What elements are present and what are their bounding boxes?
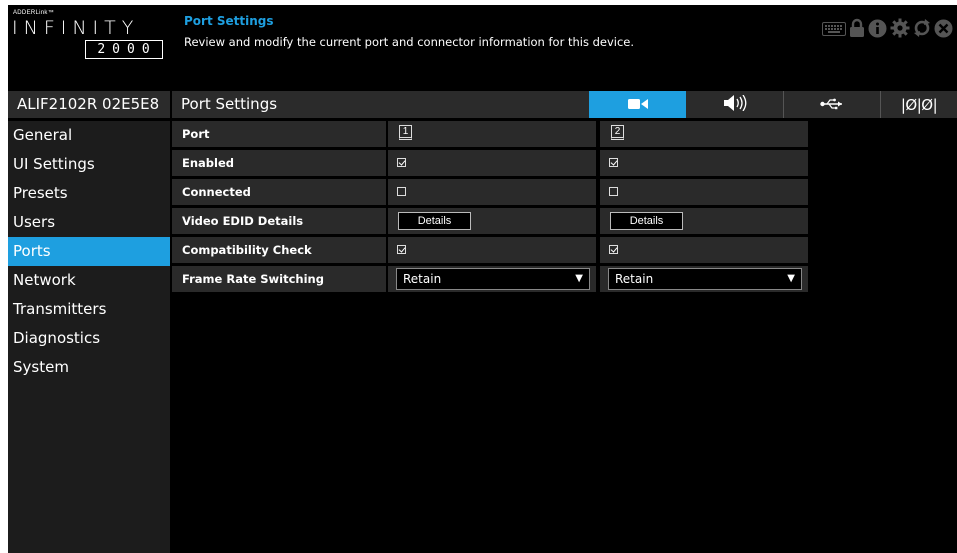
connected-port-1-checkbox xyxy=(397,187,406,196)
chevron-down-icon: ▼ xyxy=(787,273,795,284)
sidebar-item-general[interactable]: General xyxy=(8,121,170,150)
row-label: Connected xyxy=(172,179,386,205)
edid-port-2-cell: Details xyxy=(600,208,808,234)
logo-model-number: 2000 xyxy=(85,40,163,59)
chevron-down-icon: ▼ xyxy=(575,273,583,284)
port-1-icon: 1 xyxy=(399,125,412,140)
sidebar-item-transmitters[interactable]: Transmitters xyxy=(8,295,170,324)
sidebar-nav: General UI Settings Presets Users Ports … xyxy=(8,121,170,553)
row-label: Port xyxy=(172,121,386,147)
connected-port-2-cell xyxy=(600,179,808,205)
frame-rate-select-port-1[interactable]: Retain ▼ xyxy=(396,268,590,290)
usb-icon xyxy=(820,95,844,114)
compat-port-2-checkbox[interactable] xyxy=(609,245,618,254)
video-camera-icon xyxy=(627,95,648,114)
logo-brand-name: INFINITY xyxy=(12,17,140,39)
logo-brand-small: ADDERLink™ xyxy=(13,10,55,16)
sidebar-item-presets[interactable]: Presets xyxy=(8,179,170,208)
page-title-bar: Port Settings |Ø|Ø| xyxy=(172,91,957,118)
keyboard-icon[interactable] xyxy=(822,20,846,42)
page-title: Port Settings xyxy=(181,95,278,113)
sidebar-item-ports[interactable]: Ports xyxy=(8,237,170,266)
enabled-port-2-cell xyxy=(600,150,808,176)
close-icon[interactable] xyxy=(934,19,953,44)
sidebar-item-diagnostics[interactable]: Diagnostics xyxy=(8,324,170,353)
compat-port-1-checkbox[interactable] xyxy=(397,245,406,254)
device-name: ALIF2102R 02E5E8 xyxy=(8,91,170,118)
row-label: Enabled xyxy=(172,150,386,176)
sidebar-item-network[interactable]: Network xyxy=(8,266,170,295)
sidebar-item-ui-settings[interactable]: UI Settings xyxy=(8,150,170,179)
tab-audio[interactable] xyxy=(686,91,783,118)
header-description: Review and modify the current port and c… xyxy=(184,35,635,49)
edid-details-button-port-1[interactable]: Details xyxy=(398,212,471,230)
lock-icon[interactable] xyxy=(849,18,865,44)
tab-video[interactable] xyxy=(589,91,686,118)
enabled-port-2-checkbox[interactable] xyxy=(609,158,618,167)
sidebar-item-users[interactable]: Users xyxy=(8,208,170,237)
info-icon[interactable] xyxy=(868,19,887,44)
connected-port-2-checkbox xyxy=(609,187,618,196)
sidebar-item-system[interactable]: System xyxy=(8,353,170,382)
select-value: Retain xyxy=(615,272,654,286)
compat-port-2-cell xyxy=(600,237,808,263)
port-2-cell: 2 xyxy=(600,121,808,147)
edid-details-button-port-2[interactable]: Details xyxy=(610,212,683,230)
tab-serial[interactable]: |Ø|Ø| xyxy=(880,91,957,118)
compat-port-1-cell xyxy=(388,237,596,263)
refresh-icon[interactable] xyxy=(913,19,931,43)
connected-port-1-cell xyxy=(388,179,596,205)
frame-rate-select-port-2[interactable]: Retain ▼ xyxy=(608,268,802,290)
tab-usb[interactable] xyxy=(783,91,880,118)
row-label: Frame Rate Switching xyxy=(172,266,386,292)
logo: ADDERLink™ INFINITY 2000 xyxy=(12,9,164,65)
row-label: Video EDID Details xyxy=(172,208,386,234)
select-value: Retain xyxy=(403,272,442,286)
frame-rate-port-2-cell: Retain ▼ xyxy=(600,266,808,292)
header-toolbar xyxy=(822,18,953,44)
header-title: Port Settings xyxy=(184,14,274,28)
app-window: ADDERLink™ INFINITY 2000 Port Settings R… xyxy=(8,5,957,553)
speaker-icon xyxy=(723,94,747,115)
gear-icon[interactable] xyxy=(890,18,910,44)
enabled-port-1-checkbox[interactable] xyxy=(397,158,406,167)
enabled-port-1-cell xyxy=(388,150,596,176)
port-1-cell: 1 xyxy=(388,121,596,147)
edid-port-1-cell: Details xyxy=(388,208,596,234)
serial-icon: |Ø|Ø| xyxy=(900,95,938,114)
port-2-icon: 2 xyxy=(611,125,624,140)
frame-rate-port-1-cell: Retain ▼ xyxy=(388,266,596,292)
row-label: Compatibility Check xyxy=(172,237,386,263)
